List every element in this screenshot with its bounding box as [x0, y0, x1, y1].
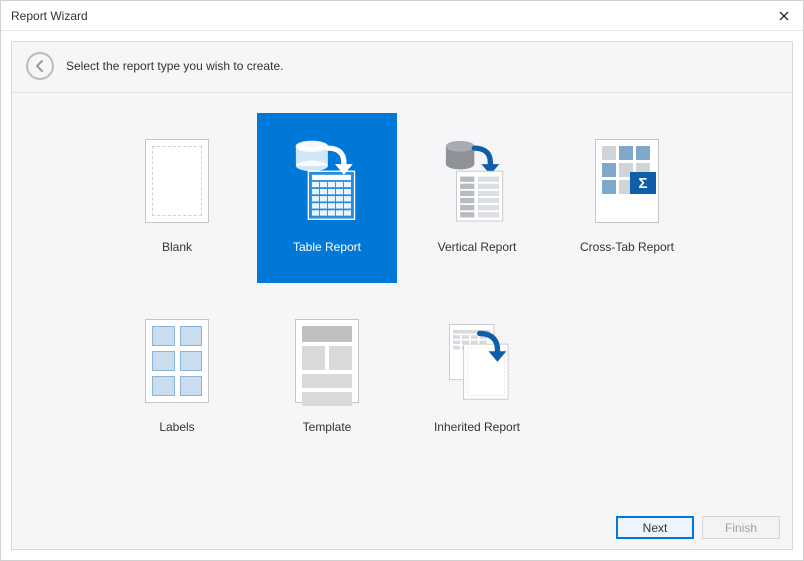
option-label: Cross-Tab Report	[580, 240, 674, 254]
template-icon	[287, 312, 367, 410]
content-frame: Select the report type you wish to creat…	[11, 41, 793, 550]
option-blank[interactable]: Blank	[107, 113, 247, 283]
report-wizard-window: Report Wizard Select the report type you…	[0, 0, 804, 561]
blank-page-icon	[137, 132, 217, 230]
option-label: Vertical Report	[438, 240, 517, 254]
vertical-report-icon	[437, 132, 517, 230]
option-crosstab-report[interactable]: Σ Cross-Tab Report	[557, 113, 697, 283]
option-label: Table Report	[293, 240, 361, 254]
option-label: Inherited Report	[434, 420, 520, 434]
option-labels[interactable]: Labels	[107, 293, 247, 463]
arrow-left-icon	[33, 59, 47, 73]
next-button[interactable]: Next	[616, 516, 694, 539]
back-button[interactable]	[26, 52, 54, 80]
option-label: Blank	[162, 240, 192, 254]
close-icon	[779, 11, 789, 21]
finish-button: Finish	[702, 516, 780, 539]
wizard-button-row: Next Finish	[616, 516, 780, 539]
labels-icon	[137, 312, 217, 410]
table-report-icon	[287, 132, 367, 230]
body-area: Blank	[12, 93, 792, 549]
window-title: Report Wizard	[11, 9, 775, 23]
option-template[interactable]: Template	[257, 293, 397, 463]
titlebar: Report Wizard	[1, 1, 803, 31]
crosstab-report-icon: Σ	[587, 132, 667, 230]
option-inherited-report[interactable]: Inherited Report	[407, 293, 547, 463]
option-table-report[interactable]: Table Report	[257, 113, 397, 283]
option-label: Labels	[159, 420, 194, 434]
instruction-text: Select the report type you wish to creat…	[66, 59, 283, 73]
close-button[interactable]	[775, 7, 793, 25]
option-label: Template	[303, 420, 352, 434]
option-vertical-report[interactable]: Vertical Report	[407, 113, 547, 283]
header-row: Select the report type you wish to creat…	[12, 42, 792, 93]
inherited-report-icon	[437, 312, 517, 410]
report-type-grid: Blank	[22, 113, 782, 463]
